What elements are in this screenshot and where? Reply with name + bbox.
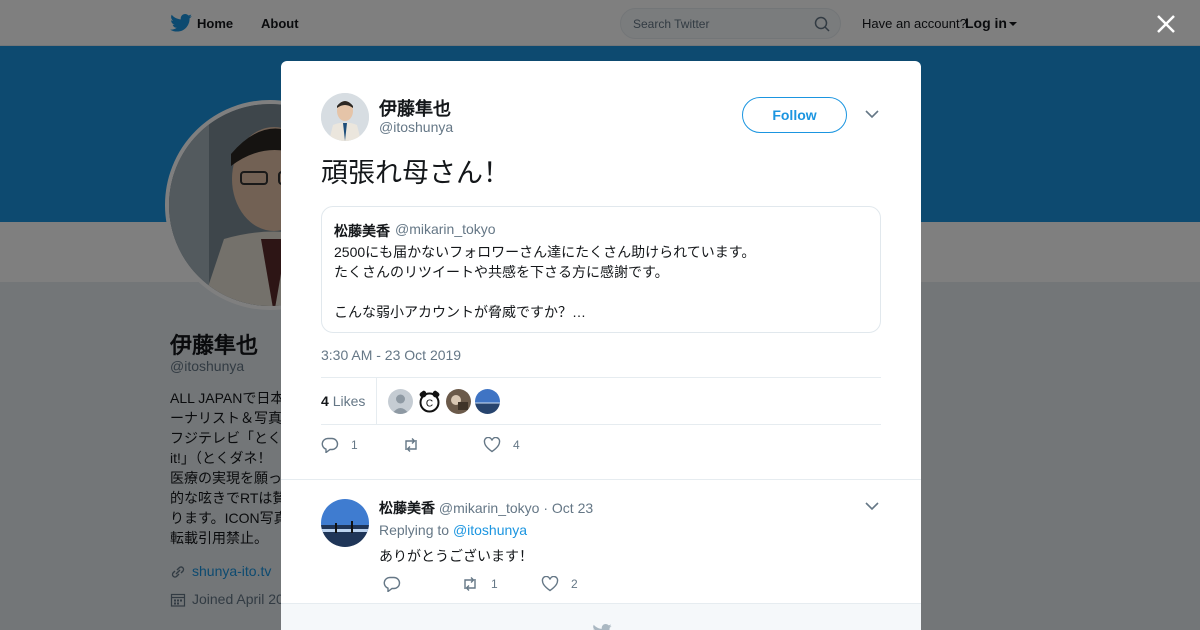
retweet-icon — [405, 438, 417, 452]
reply-icon — [321, 437, 339, 453]
likes-count: 4 — [321, 393, 329, 409]
likes-stat[interactable]: 4 Likes — [321, 393, 365, 409]
replying-to-handle[interactable]: @itoshunya — [453, 522, 527, 538]
liker-avatar[interactable] — [388, 389, 413, 414]
quote-text-line: たくさんのリツイートや共感を下さる方に感謝です。 — [334, 264, 669, 280]
retweet-action[interactable]: 1 — [461, 576, 498, 592]
follow-button[interactable]: Follow — [742, 97, 847, 133]
quote-text-line: こんな弱小アカウントが脅威ですか？… — [334, 304, 586, 320]
retweet-count: 1 — [491, 577, 498, 591]
reply-date[interactable]: Oct 23 — [552, 500, 593, 516]
like-count: 4 — [513, 438, 520, 452]
reply-author-handle[interactable]: @mikarin_tokyo — [439, 500, 540, 516]
likes-label: Likes — [332, 393, 366, 409]
like-count: 2 — [571, 577, 578, 591]
reply-author-name[interactable]: 松藤美香 — [379, 500, 435, 516]
stats-divider — [376, 378, 377, 424]
tweet-stats: 4 Likes C — [321, 377, 881, 425]
close-icon[interactable] — [1154, 12, 1178, 36]
reply-action[interactable] — [383, 576, 413, 592]
reply-separator: · — [543, 500, 549, 516]
tweet-actions: 1 4 — [321, 437, 881, 457]
liker-avatar[interactable] — [446, 389, 471, 414]
chevron-down-icon[interactable] — [865, 501, 879, 511]
svg-text:C: C — [426, 399, 433, 410]
quote-text-line: 2500にも届かないフォロワーさん達にたくさん助けられています。 — [334, 244, 756, 260]
heart-icon — [541, 576, 559, 592]
twitter-bird-icon — [593, 624, 612, 630]
retweet-action[interactable] — [402, 437, 432, 453]
replying-to-label: Replying to — [379, 522, 450, 538]
quote-author-name: 松藤美香 — [334, 223, 390, 239]
modal-footer — [281, 603, 921, 630]
liker-avatar[interactable]: C — [417, 389, 442, 414]
reply-header: 松藤美香 @mikarin_tokyo · Oct 23 — [379, 498, 593, 518]
tweet-permalink-modal: 伊藤隼也 @itoshunya Follow 頑張れ母さん！ 松藤美香 @mik… — [281, 61, 921, 630]
like-action[interactable]: 2 — [541, 576, 578, 592]
reply-icon — [383, 576, 401, 592]
like-action[interactable]: 4 — [483, 437, 520, 453]
reply-text: ありがとうございます！ — [379, 548, 533, 564]
reply-actions: 1 2 — [379, 576, 779, 596]
quote-author-handle: @mikarin_tokyo — [395, 221, 496, 237]
chevron-down-icon[interactable] — [865, 109, 879, 119]
tweet-text: 頑張れ母さん！ — [321, 158, 510, 188]
author-name[interactable]: 伊藤隼也 — [379, 95, 451, 121]
replying-to: Replying to @itoshunya — [379, 522, 527, 538]
author-handle[interactable]: @itoshunya — [379, 119, 453, 135]
author-avatar[interactable] — [321, 93, 369, 141]
liker-avatar[interactable] — [475, 389, 500, 414]
reply-author-avatar[interactable] — [321, 499, 369, 547]
heart-icon — [483, 437, 501, 453]
quoted-tweet[interactable]: 松藤美香 @mikarin_tokyo 2500にも届かないフォロワーさん達にた… — [321, 206, 881, 333]
retweet-icon — [464, 577, 476, 591]
tweet-timestamp[interactable]: 3:30 AM - 23 Oct 2019 — [321, 347, 461, 363]
reply-count: 1 — [351, 438, 358, 452]
reply-action[interactable]: 1 — [321, 437, 358, 453]
reply-tweet[interactable]: 松藤美香 @mikarin_tokyo · Oct 23 Replying to… — [281, 479, 921, 603]
